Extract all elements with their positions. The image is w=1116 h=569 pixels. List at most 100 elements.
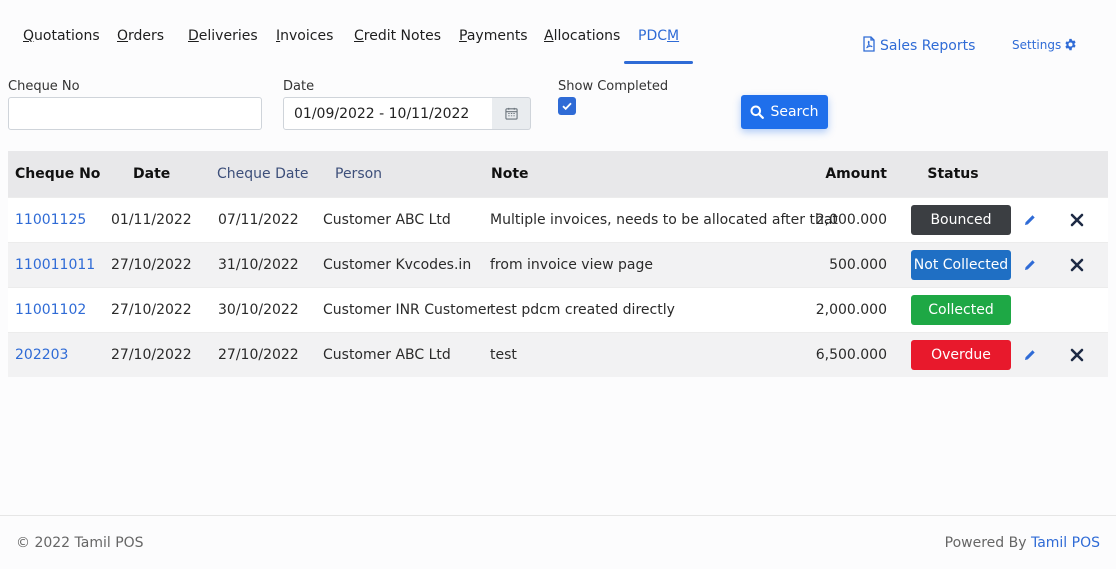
note-cell: from invoice view page: [490, 257, 653, 273]
tab-allocations[interactable]: Allocations: [544, 28, 620, 64]
table-row: 11001102 27/10/2022 30/10/2022 Customer …: [8, 287, 1108, 332]
calendar-button[interactable]: [492, 97, 531, 130]
column-header-status[interactable]: Status: [903, 151, 1003, 197]
tab-quotations[interactable]: Quotations: [23, 28, 100, 64]
tab-pdcm[interactable]: PDCM: [623, 28, 694, 64]
edit-button[interactable]: [1023, 243, 1037, 287]
table-row: 202203 27/10/2022 27/10/2022 Customer AB…: [8, 332, 1108, 377]
tab-label-accesskey: C: [354, 28, 364, 44]
amount-cell: 2,000.000: [815, 302, 887, 318]
status-badge: Not Collected: [911, 250, 1011, 280]
tab-label-accesskey: A: [544, 28, 554, 44]
tab-label: rders: [128, 28, 165, 44]
powered-by-label: Powered By: [944, 535, 1027, 551]
date-label: Date: [283, 79, 315, 94]
delete-button[interactable]: [1069, 333, 1085, 377]
table-header: Cheque No Date Cheque Date Person Note A…: [8, 151, 1108, 197]
delete-button[interactable]: [1069, 198, 1085, 242]
table-row: 11001125 01/11/2022 07/11/2022 Customer …: [8, 197, 1108, 242]
tab-label-accesskey: M: [667, 28, 680, 44]
search-button[interactable]: Search: [741, 95, 828, 129]
copyright-text: © 2022 Tamil POS: [16, 535, 144, 551]
cheque-no-input[interactable]: [8, 97, 262, 130]
tab-label-accesskey: O: [117, 28, 129, 44]
tab-orders[interactable]: Orders: [117, 28, 164, 64]
tab-label: redit Notes: [363, 28, 441, 44]
amount-cell: 500.000: [829, 257, 887, 273]
cheque-no-link[interactable]: 11001125: [15, 198, 86, 242]
close-icon: [1070, 258, 1084, 272]
tab-label-accesskey: Q: [23, 28, 35, 44]
date-cell: 27/10/2022: [111, 347, 192, 363]
cheque-date-cell: 30/10/2022: [218, 302, 299, 318]
pencil-icon: [1025, 260, 1035, 270]
pdf-file-icon: [863, 36, 875, 52]
cheque-no-link[interactable]: 110011011: [15, 243, 95, 287]
edit-button[interactable]: [1023, 198, 1037, 242]
delete-button[interactable]: [1069, 243, 1085, 287]
person-cell: Customer Kvcodes.in: [323, 257, 472, 273]
column-header-person[interactable]: Person: [335, 151, 382, 197]
show-completed-checkbox[interactable]: [558, 97, 576, 115]
powered-by: Powered By Tamil POS: [945, 535, 1100, 551]
footer: © 2022 Tamil POS Powered By Tamil POS: [0, 515, 1116, 569]
gear-icon: [1065, 38, 1076, 51]
column-header-cheque-date[interactable]: Cheque Date: [217, 151, 309, 197]
pencil-icon: [1025, 350, 1035, 360]
settings-link[interactable]: Settings: [1012, 38, 1077, 52]
amount-cell: 2,000.000: [815, 212, 887, 228]
calendar-icon: [504, 107, 518, 120]
tab-label: ayments: [466, 28, 528, 44]
date-cell: 27/10/2022: [111, 302, 192, 318]
tab-invoices[interactable]: Invoices: [276, 28, 333, 64]
pdcm-table: Cheque No Date Cheque Date Person Note A…: [8, 151, 1108, 377]
pencil-icon: [1025, 215, 1035, 225]
cheque-no-link[interactable]: 11001102: [15, 288, 86, 332]
tab-label: PDC: [638, 28, 667, 44]
sales-reports-label: Sales Reports: [880, 38, 976, 54]
status-badge: Overdue: [911, 340, 1011, 370]
search-button-label: Search: [770, 104, 819, 120]
tab-deliveries[interactable]: Deliveries: [188, 28, 258, 64]
amount-cell: 6,500.000: [815, 347, 887, 363]
tab-label-accesskey: P: [459, 28, 467, 44]
nav-tabs: Quotations Orders Deliveries Invoices Cr…: [0, 0, 1116, 66]
cheque-date-cell: 27/10/2022: [218, 347, 299, 363]
note-cell: test: [490, 347, 517, 363]
column-header-date[interactable]: Date: [133, 151, 170, 197]
date-cell: 01/11/2022: [111, 212, 192, 228]
date-cell: 27/10/2022: [111, 257, 192, 273]
note-cell: test pdcm created directly: [490, 302, 675, 318]
close-icon: [1070, 213, 1084, 227]
cheque-no-label: Cheque No: [8, 79, 80, 94]
tab-credit-notes[interactable]: Credit Notes: [354, 28, 441, 64]
person-cell: Customer INR Customer: [323, 302, 493, 318]
person-cell: Customer ABC Ltd: [323, 347, 451, 363]
status-badge: Bounced: [911, 205, 1011, 235]
column-header-amount[interactable]: Amount: [788, 151, 887, 197]
search-icon: [750, 105, 765, 119]
edit-button[interactable]: [1023, 333, 1037, 377]
cheque-date-cell: 07/11/2022: [218, 212, 299, 228]
column-header-cheque-no[interactable]: Cheque No: [15, 151, 100, 197]
checkmark-icon: [562, 102, 572, 111]
sales-reports-link[interactable]: Sales Reports: [862, 36, 975, 54]
table-row: 110011011 27/10/2022 31/10/2022 Customer…: [8, 242, 1108, 287]
show-completed-label: Show Completed: [558, 79, 669, 94]
tab-label: nvoices: [280, 28, 334, 44]
settings-label: Settings: [1012, 38, 1062, 52]
tab-label-accesskey: D: [188, 28, 199, 44]
note-cell: Multiple invoices, needs to be allocated…: [490, 212, 838, 228]
column-header-note[interactable]: Note: [491, 151, 529, 197]
close-icon: [1070, 348, 1084, 362]
person-cell: Customer ABC Ltd: [323, 212, 451, 228]
tab-payments[interactable]: Payments: [459, 28, 528, 64]
cheque-date-cell: 31/10/2022: [218, 257, 299, 273]
date-range-input[interactable]: [283, 97, 493, 130]
powered-by-link[interactable]: Tamil POS: [1031, 535, 1100, 551]
status-badge: Collected: [911, 295, 1011, 325]
tab-label: uotations: [34, 28, 100, 44]
cheque-no-link[interactable]: 202203: [15, 333, 68, 377]
tab-label: llocations: [553, 28, 621, 44]
tab-label: eliveries: [198, 28, 258, 44]
